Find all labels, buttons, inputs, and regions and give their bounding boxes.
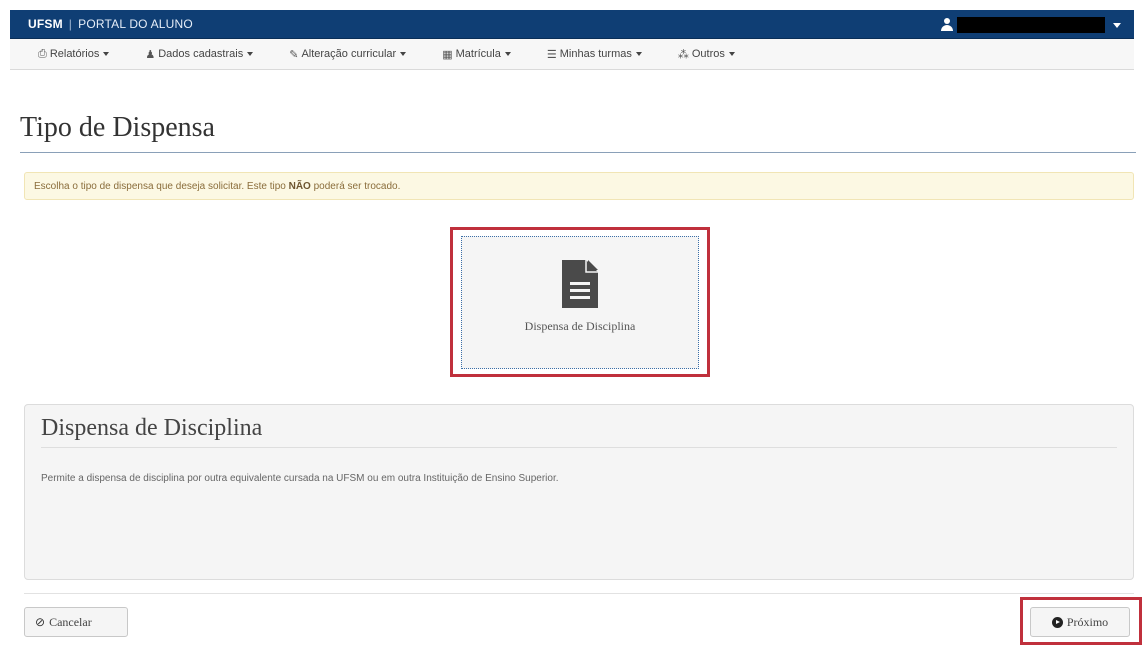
brand-portal-title: PORTAL DO ALUNO [78, 17, 193, 31]
menu-item-label: Dados cadastrais [158, 48, 244, 60]
user-name-redacted [957, 17, 1105, 33]
list-icon: ☰ [546, 48, 557, 61]
alert-text-end: poderá ser trocado. [310, 181, 401, 192]
caret-down-icon [103, 52, 110, 56]
description-panel: Dispensa de Disciplina Permite a dispens… [24, 404, 1134, 580]
menu-item-alteracao-curricular[interactable]: ✎ Alteração curricular [289, 48, 407, 61]
title-divider [20, 152, 1136, 153]
footer-divider [24, 593, 1134, 594]
caret-down-icon [247, 52, 254, 56]
brand-separator: | [68, 17, 73, 31]
menu-item-minhas-turmas[interactable]: ☰ Minhas turmas [547, 48, 642, 61]
menu-item-matricula[interactable]: ▦ Matrícula [442, 48, 511, 61]
caret-down-icon [504, 52, 511, 56]
user-icon: ♟ [145, 48, 156, 61]
user-icon [941, 18, 953, 32]
page-title: Tipo de Dispensa [20, 112, 215, 143]
user-menu[interactable] [941, 17, 1121, 33]
caret-down-icon [1113, 22, 1121, 28]
menu-item-label: Outros [691, 48, 725, 60]
menu-item-dados-cadastrais[interactable]: ♟ Dados cadastrais [145, 48, 254, 61]
main-menu-bar: ⎙ Relatórios ♟ Dados cadastrais ✎ Altera… [10, 39, 1134, 70]
menu-item-label: Minhas turmas [559, 48, 632, 60]
next-button-label: Próximo [1066, 614, 1109, 629]
panel-divider [41, 447, 1117, 448]
menu-item-label: Alteração curricular [301, 48, 397, 60]
arrow-circle-right-icon [1051, 616, 1063, 628]
panel-title: Dispensa de Disciplina [41, 415, 263, 441]
panel-description: Permite a dispensa de disciplina por out… [41, 473, 559, 484]
alert-text-start: Escolha o tipo de dispensa que deseja so… [34, 181, 289, 192]
menu-item-label: Relatórios [49, 48, 100, 60]
menu-item-label: Matrícula [455, 48, 501, 60]
menu-item-relatorios[interactable]: ⎙ Relatórios [38, 47, 110, 61]
document-icon [562, 260, 598, 308]
edit-icon: ✎ [289, 48, 299, 61]
brand-ufsm: UFSM [28, 17, 63, 31]
alert-text-strong: NÃO [288, 181, 311, 192]
next-button[interactable]: Próximo [1030, 607, 1130, 637]
main-menu: ⎙ Relatórios ♟ Dados cadastrais ✎ Altera… [38, 39, 771, 69]
option-label: Dispensa de Disciplina [524, 319, 636, 333]
caret-down-icon [635, 52, 642, 56]
caret-down-icon [400, 52, 407, 56]
caret-down-icon [728, 52, 735, 56]
cancel-button[interactable]: ⊘ Cancelar [24, 607, 128, 637]
top-navbar: UFSM | PORTAL DO ALUNO [10, 10, 1134, 39]
calendar-icon: ▦ [442, 48, 453, 61]
cancel-button-label: Cancelar [49, 614, 92, 629]
ban-icon: ⊘ [35, 614, 46, 629]
warning-alert: Escolha o tipo de dispensa que deseja so… [24, 172, 1134, 200]
brand[interactable]: UFSM | PORTAL DO ALUNO [28, 17, 193, 31]
sitemap-icon: ⁂ [677, 48, 689, 61]
menu-item-outros[interactable]: ⁂ Outros [678, 48, 735, 61]
print-icon: ⎙ [38, 47, 47, 60]
